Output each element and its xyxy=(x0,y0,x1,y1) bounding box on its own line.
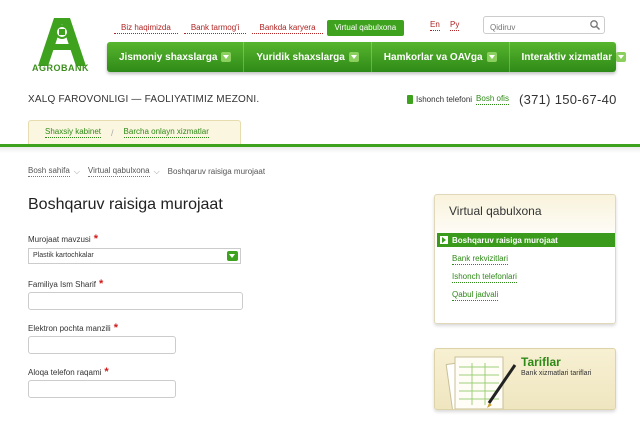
breadcrumb-home[interactable]: Bosh sahifa xyxy=(28,166,70,177)
lang-en[interactable]: En xyxy=(430,20,440,31)
top-link-virtual-reception[interactable]: Virtual qabulxona xyxy=(326,20,405,36)
sidebar-item-label: Boshqaruv raisiga murojaat xyxy=(452,235,558,245)
page-title: Boshqaruv raisiga murojaat xyxy=(28,196,223,213)
chevron-down-icon xyxy=(348,52,359,62)
top-link-network[interactable]: Bank tarmog'i xyxy=(183,23,247,34)
search-input[interactable] xyxy=(484,19,580,36)
slogan: XALQ FAROVONLIGI — FAOLIYATIMIZ MEZONI. xyxy=(28,94,260,105)
breadcrumb: Bosh sahifa ⌵ Virtual qabulxona ⌵ Boshqa… xyxy=(28,166,265,177)
nav-label: Jismoniy shaxslarga xyxy=(119,51,218,63)
breadcrumb-virtual-reception[interactable]: Virtual qabulxona xyxy=(87,166,150,177)
top-links: Biz haqimizda Bank tarmog'i Bankda karye… xyxy=(114,20,405,36)
sidebar-item-bank-details[interactable]: Bank rekvizitlari xyxy=(452,254,509,265)
full-name-field[interactable] xyxy=(28,292,243,310)
nav-legal-entities[interactable]: Yuridik shaxslarga xyxy=(244,42,372,72)
phone-label: Aloqa telefon raqami * xyxy=(28,366,109,378)
email-label-text: Elektron pochta manzili xyxy=(28,324,111,333)
chevron-down-icon[interactable]: ⌵ xyxy=(74,167,80,177)
tariffs-banner[interactable]: Tariflar Bank xizmatlari tariflari xyxy=(434,348,616,410)
name-label-text: Familiya Ism Sharif xyxy=(28,280,97,289)
chevron-down-icon xyxy=(486,52,497,62)
topic-select[interactable]: Plastik kartochkalar xyxy=(28,248,241,264)
agrobank-logo[interactable] xyxy=(30,14,94,86)
topic-select-value: Plastik kartochkalar xyxy=(33,252,94,259)
nav-label: Hamkorlar va OAVga xyxy=(383,51,483,63)
topic-label: Murojaat mavzusi * xyxy=(28,233,98,245)
chevron-down-icon[interactable] xyxy=(227,251,238,261)
tab-online-services[interactable]: Barcha onlayn xizmatlar xyxy=(123,127,209,138)
sub-tabs: Shaxsiy kabinet / Barcha onlayn xizmatla… xyxy=(28,120,241,144)
required-mark: * xyxy=(104,366,109,378)
required-mark: * xyxy=(99,278,104,290)
trust-phone-office-link[interactable]: Bosh ofis xyxy=(476,94,509,105)
trust-phone: Ishonch telefoni Bosh ofis (371) 150-67-… xyxy=(407,92,617,107)
sidebar-item-reception-schedule[interactable]: Qabul jadvali xyxy=(452,290,499,301)
tariffs-subtitle: Bank xizmatlari tariflari xyxy=(521,370,592,377)
search-box xyxy=(483,16,605,36)
tab-separator: / xyxy=(111,127,114,138)
header-shadow xyxy=(0,147,640,153)
phone-label-text: Aloqa telefon raqami xyxy=(28,368,102,377)
required-mark: * xyxy=(93,233,98,245)
virtual-reception-panel: Virtual qabulxona Boshqaruv raisiga muro… xyxy=(434,194,616,324)
arrow-right-icon xyxy=(440,236,448,244)
email-label: Elektron pochta manzili * xyxy=(28,322,118,334)
sidebar-item-hotlines[interactable]: Ishonch telefonlari xyxy=(452,272,517,283)
panel-title: Virtual qabulxona xyxy=(449,204,542,218)
lang-ru[interactable]: Ру xyxy=(450,20,460,31)
name-label: Familiya Ism Sharif * xyxy=(28,278,103,290)
trust-phone-number: (371) 150-67-40 xyxy=(518,92,617,107)
nav-individuals[interactable]: Jismoniy shaxslarga xyxy=(107,42,245,72)
breadcrumb-current: Boshqaruv raisiga murojaat xyxy=(167,167,266,176)
tariffs-title: Tariflar xyxy=(521,355,561,369)
chevron-down-icon[interactable]: ⌵ xyxy=(154,167,160,177)
tab-personal-cabinet[interactable]: Shaxsiy kabinet xyxy=(45,127,102,138)
main-nav: Jismoniy shaxslarga Yuridik shaxslarga H… xyxy=(107,42,627,72)
nav-partners-media[interactable]: Hamkorlar va OAVga xyxy=(372,42,510,72)
email-field[interactable] xyxy=(28,336,176,354)
tariff-document-icon xyxy=(445,356,517,409)
brand-name: AGROBANK xyxy=(32,63,89,73)
top-link-about[interactable]: Biz haqimizda xyxy=(114,23,178,34)
nav-label: Yuridik shaxslarga xyxy=(256,51,345,63)
chevron-down-icon xyxy=(221,52,232,62)
sidebar-item-chairman-appeal[interactable]: Boshqaruv raisiga murojaat xyxy=(437,233,615,247)
topic-label-text: Murojaat mavzusi xyxy=(28,235,91,244)
nav-interactive-services[interactable]: Interaktiv xizmatlar xyxy=(510,42,639,72)
phone-icon xyxy=(407,95,413,104)
top-link-career[interactable]: Bankda karyera xyxy=(252,23,323,34)
required-mark: * xyxy=(113,322,118,334)
trust-phone-label: Ishonch telefoni xyxy=(416,95,473,104)
nav-label: Interaktiv xizmatlar xyxy=(521,51,613,63)
chevron-down-icon xyxy=(616,52,627,62)
search-icon[interactable] xyxy=(589,19,601,31)
phone-field[interactable] xyxy=(28,380,176,398)
